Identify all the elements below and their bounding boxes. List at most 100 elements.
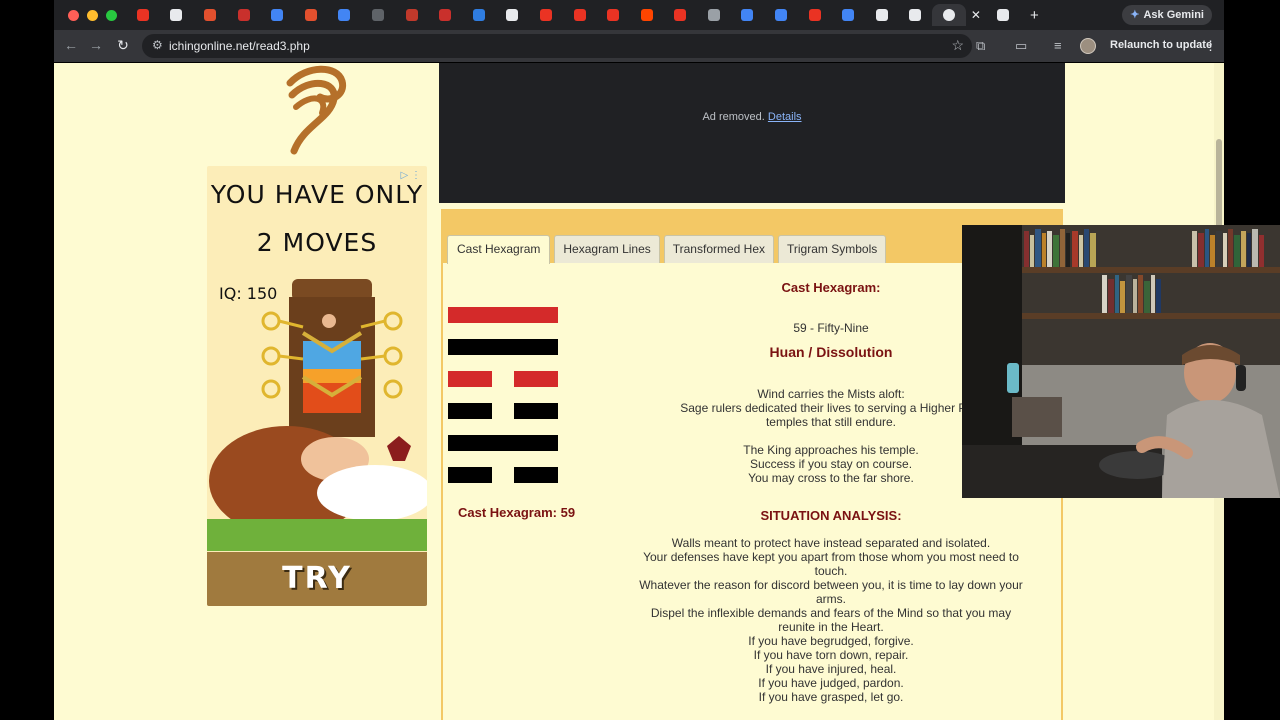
analysis-line: If you have torn down, repair. <box>753 648 909 662</box>
browser-tab[interactable] <box>496 4 530 26</box>
browser-tab[interactable] <box>798 4 832 26</box>
tab-favicon-icon <box>573 9 586 21</box>
browser-tab[interactable] <box>731 4 765 26</box>
reading-list-icon[interactable]: ≡ <box>1054 38 1062 53</box>
ask-gemini-button[interactable]: ✦ Ask Gemini <box>1122 5 1212 25</box>
tab-favicon-icon <box>338 9 351 21</box>
cast-icon[interactable]: ▭ <box>1015 38 1027 54</box>
browser-tab[interactable] <box>932 4 966 26</box>
hexagram-line-3 <box>448 371 492 387</box>
gemini-sparkle-icon: ✦ <box>1130 9 1140 21</box>
tab-favicon-icon <box>640 9 653 21</box>
close-window-button[interactable] <box>68 10 79 21</box>
browser-tab[interactable] <box>831 4 865 26</box>
browser-tab[interactable] <box>986 4 1020 26</box>
url-text[interactable]: ichingonline.net/read3.php <box>169 39 310 53</box>
ad-headline-line1: YOU HAVE ONLY <box>210 180 424 209</box>
ask-gemini-label: Ask Gemini <box>1143 9 1204 21</box>
tab-favicon-icon <box>808 9 821 21</box>
tab-favicon-icon <box>875 9 888 21</box>
tab-favicon-icon <box>943 9 956 21</box>
hexagram-line-6 <box>514 467 558 483</box>
analysis-line: If you have grasped, let go. <box>758 690 904 704</box>
tab-favicon-icon <box>996 9 1009 21</box>
ad-headline-line2: 2 MOVES <box>256 228 378 257</box>
situation-analysis-title: SITUATION ANALYSIS: <box>760 508 902 523</box>
ad-removed-notice: Ad removed. Details <box>439 111 1065 123</box>
hexagram-line-3 <box>514 371 558 387</box>
browser-tab[interactable] <box>126 4 160 26</box>
browser-tab[interactable] <box>630 4 664 26</box>
browser-menu-icon[interactable]: ⋮ <box>1204 38 1217 54</box>
analysis-line: Whatever the reason for discord between … <box>639 578 1023 592</box>
analysis-line: Your defenses have kept you apart from t… <box>643 550 1019 564</box>
browser-tab[interactable] <box>899 4 933 26</box>
browser-tab[interactable] <box>529 4 563 26</box>
tab-transformed-hex[interactable]: Transformed Hex <box>663 235 774 263</box>
back-arrow-icon[interactable]: ← <box>62 37 80 53</box>
ad-try-button[interactable]: TRY <box>207 552 427 606</box>
browser-tab[interactable] <box>227 4 261 26</box>
address-bar[interactable]: ⚙ ichingonline.net/read3.php ☆ <box>142 34 972 58</box>
browser-tab[interactable] <box>361 4 395 26</box>
browser-tab[interactable] <box>664 4 698 26</box>
tab-cast-hexagram[interactable]: Cast Hexagram <box>447 235 551 264</box>
browser-tab[interactable] <box>328 4 362 26</box>
left-advertisement[interactable]: ▷ ⋮ YOU HAVE ONLY 2 MOVES IQ: 150 TRY <box>207 166 427 606</box>
site-info-icon[interactable]: ⚙ <box>152 38 163 52</box>
tab-favicon-icon <box>405 9 418 21</box>
tab-favicon-icon <box>170 9 183 21</box>
ad-removed-text: Ad removed. <box>702 111 765 123</box>
browser-tab[interactable] <box>428 4 462 26</box>
hexagram-line-2 <box>448 339 558 355</box>
tab-favicon-icon <box>439 9 452 21</box>
webcam-overlay <box>962 225 1280 498</box>
browser-tab[interactable] <box>193 4 227 26</box>
analysis-line: If you have judged, pardon. <box>758 676 904 690</box>
analysis-line: arms. <box>816 592 846 606</box>
tab-favicon-icon <box>842 9 855 21</box>
analysis-line: reunite in the Heart. <box>778 620 884 634</box>
browser-tab[interactable] <box>865 4 899 26</box>
browser-tab[interactable] <box>160 4 194 26</box>
tab-favicon-icon <box>304 9 317 21</box>
tab-favicon-icon <box>741 9 754 21</box>
analysis-line: If you have injured, heal. <box>765 662 897 676</box>
hexagram-line-4 <box>514 403 558 419</box>
analysis-line: touch. <box>814 564 848 578</box>
browser-tab-bar: ✕ + ✦ Ask Gemini <box>54 0 1224 30</box>
profile-avatar[interactable] <box>1080 38 1096 54</box>
browser-tabs: ✕ + <box>126 4 1049 26</box>
bookmark-star-icon[interactable]: ☆ <box>951 37 964 54</box>
reading-tabs: Cast Hexagram Hexagram Lines Transformed H… <box>447 235 887 264</box>
tab-favicon-icon <box>271 9 284 21</box>
tab-favicon-icon <box>472 9 485 21</box>
tab-trigram-symbols[interactable]: Trigram Symbols <box>778 235 887 263</box>
browser-tab[interactable] <box>596 4 630 26</box>
forward-arrow-icon[interactable]: → <box>87 37 105 53</box>
browser-tab[interactable] <box>563 4 597 26</box>
browser-tab[interactable] <box>294 4 328 26</box>
new-tab-icon[interactable]: + <box>1019 7 1049 24</box>
browser-tab[interactable] <box>697 4 731 26</box>
window-controls <box>68 10 117 21</box>
ad-details-link[interactable]: Details <box>768 111 802 123</box>
extensions-icon[interactable]: ⧉ <box>976 38 985 54</box>
tab-favicon-icon <box>203 9 216 21</box>
browser-tab[interactable] <box>764 4 798 26</box>
tab-favicon-icon <box>775 9 788 21</box>
browser-tab[interactable] <box>395 4 429 26</box>
tab-favicon-icon <box>506 9 519 21</box>
maximize-window-button[interactable] <box>106 10 117 21</box>
browser-tab[interactable] <box>462 4 496 26</box>
minimize-window-button[interactable] <box>87 10 98 21</box>
top-ad-removed-placeholder: Ad removed. Details <box>439 63 1065 203</box>
relaunch-to-update-button[interactable]: Relaunch to update <box>1110 39 1212 51</box>
tab-hexagram-lines[interactable]: Hexagram Lines <box>554 235 660 263</box>
reload-icon[interactable]: ↻ <box>114 37 132 54</box>
hexagram-line-1 <box>448 307 558 323</box>
tab-favicon-icon <box>371 9 384 21</box>
browser-tab[interactable] <box>260 4 294 26</box>
close-tab-icon[interactable]: ✕ <box>966 8 986 22</box>
tab-favicon-icon <box>136 9 149 21</box>
